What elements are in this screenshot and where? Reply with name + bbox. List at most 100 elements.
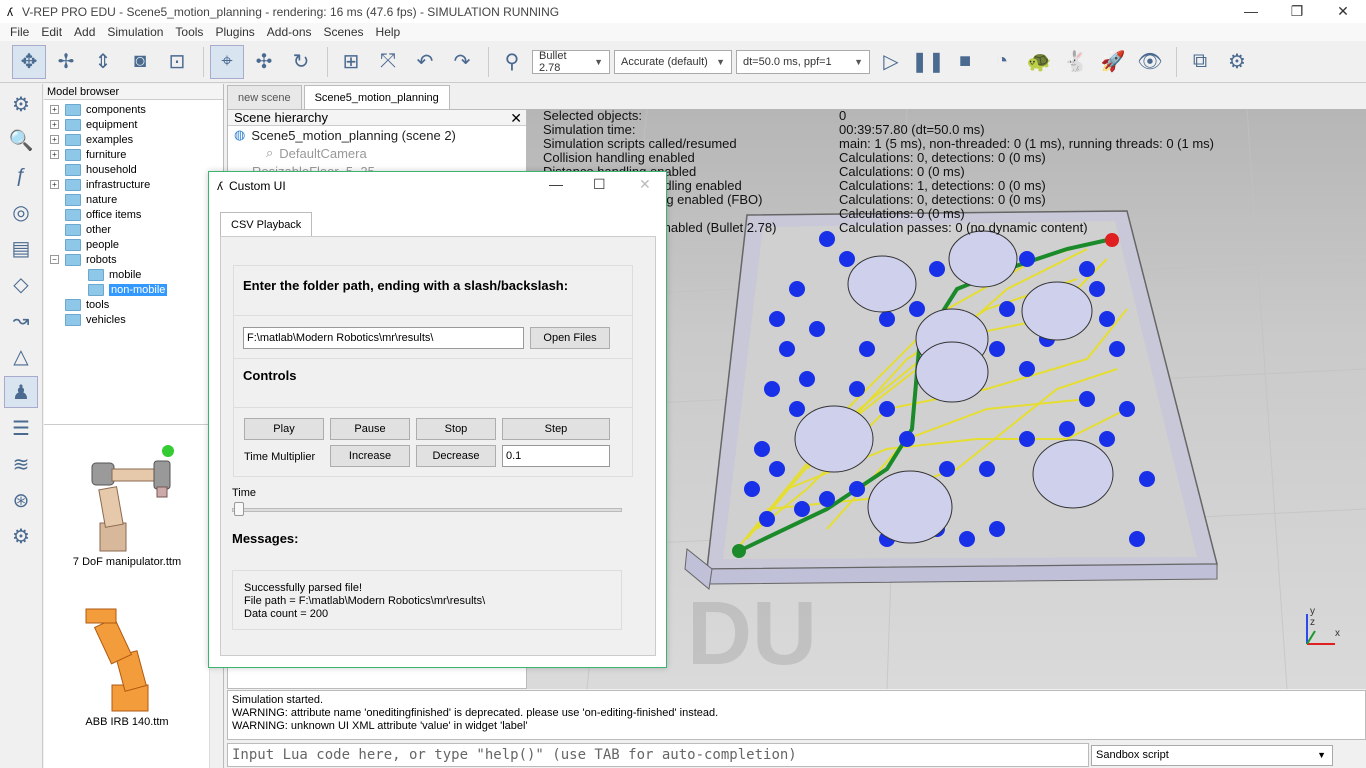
time-slider-track[interactable]	[232, 508, 622, 512]
calculation-modules-icon[interactable]: ƒ	[4, 160, 38, 192]
tree-item[interactable]: + components	[50, 102, 146, 117]
menu-scenes[interactable]: Scenes	[324, 25, 364, 39]
model-thumb-7dof[interactable]: 7 DoF manipulator.ttm	[52, 433, 202, 568]
open-files-button[interactable]: Open Files	[530, 327, 610, 349]
close-button[interactable]: ✕	[639, 176, 651, 193]
path-edit-icon[interactable]: ↝	[4, 304, 38, 336]
user-settings-icon[interactable]: ⚙	[4, 520, 38, 552]
tab-new-scene[interactable]: new scene	[227, 85, 302, 109]
camera-angle-icon[interactable]: ◙	[123, 45, 157, 79]
lua-command-input[interactable]: Input Lua code here, or type "help()" (u…	[227, 743, 1089, 767]
tree-item[interactable]: vehicles	[65, 312, 126, 327]
tree-item[interactable]: + infrastructure	[50, 177, 150, 192]
menu-simulation[interactable]: Simulation	[107, 25, 163, 39]
object-properties-icon[interactable]: 🔍	[4, 124, 38, 156]
title-bar: ʎ V-REP PRO EDU - Scene5_motion_planning…	[0, 0, 1366, 23]
scripts-icon[interactable]: ▤	[4, 232, 38, 264]
tab-scene5[interactable]: Scene5_motion_planning	[303, 85, 450, 109]
tree-item[interactable]: household	[65, 162, 137, 177]
stop-icon[interactable]: ■	[948, 45, 982, 79]
layers-icon[interactable]: ≋	[4, 448, 38, 480]
pause-icon[interactable]: ❚❚	[911, 45, 945, 79]
model-browser: Model browser + components + equipment + ex…	[44, 84, 224, 768]
scene-selector-icon[interactable]: ⚙	[1220, 45, 1254, 79]
message-line: Successfully parsed file!	[244, 582, 362, 594]
maximize-button[interactable]: ❐	[1274, 0, 1320, 23]
folder-icon	[65, 238, 81, 251]
pause-button[interactable]: Pause	[330, 418, 410, 440]
tree-item[interactable]: office items	[65, 207, 141, 222]
video-recorder-icon[interactable]: ⊛	[4, 484, 38, 516]
object-rotate-icon[interactable]: ↻	[284, 45, 318, 79]
tree-item[interactable]: − robots	[50, 252, 117, 267]
menu-bar: File Edit Add Simulation Tools Plugins A…	[0, 23, 1366, 41]
click-selection-icon[interactable]: ⌖	[210, 44, 244, 79]
tree-item[interactable]: nature	[65, 192, 117, 207]
object-shift-icon[interactable]: ✣	[247, 45, 281, 79]
time-multiplier-input[interactable]: 0.1	[502, 445, 610, 467]
visualization-icon[interactable]: 👁	[1133, 45, 1167, 79]
dynamics-icon[interactable]: ⚲	[495, 45, 529, 79]
tree-item[interactable]: other	[65, 222, 111, 237]
menu-plugins[interactable]: Plugins	[215, 25, 254, 39]
thread-rendering-icon[interactable]: 🚀	[1096, 45, 1130, 79]
menu-tools[interactable]: Tools	[175, 25, 203, 39]
model-browser-icon[interactable]: ♟	[4, 376, 38, 408]
scene-item-camera[interactable]: ⌕ DefaultCamera	[228, 144, 526, 162]
step-button[interactable]: Step	[502, 418, 610, 440]
camera-pan-icon[interactable]: ✥	[12, 44, 46, 79]
menu-addons[interactable]: Add-ons	[267, 25, 312, 39]
menu-file[interactable]: File	[10, 25, 29, 39]
sandbox-script-select[interactable]: Sandbox script ▼	[1091, 745, 1333, 766]
tree-item[interactable]: + examples	[50, 132, 133, 147]
assemble-icon[interactable]: ⊞	[334, 45, 368, 79]
simulation-settings-icon[interactable]: ⚙	[4, 88, 38, 120]
toolbar-separator	[1176, 46, 1177, 77]
realtime-icon[interactable]: ◔	[985, 45, 1019, 79]
scene-root-item[interactable]: ◍ Scene5_motion_planning (scene 2)	[228, 126, 526, 144]
tree-item-selected[interactable]: non-mobile	[88, 282, 168, 297]
folder-icon	[65, 193, 81, 206]
accuracy-select[interactable]: Accurate (default) ▼	[614, 49, 732, 74]
slower-icon[interactable]: 🐢	[1022, 45, 1056, 79]
scene-hierarchy-icon[interactable]: ☰	[4, 412, 38, 444]
tree-item[interactable]: tools	[65, 297, 109, 312]
minimize-button[interactable]: —	[1228, 0, 1274, 23]
timestep-select[interactable]: dt=50.0 ms, ppf=1 ▼	[736, 49, 870, 74]
tree-item[interactable]: mobile	[88, 267, 141, 282]
tree-item[interactable]: + furniture	[50, 147, 126, 162]
menu-add[interactable]: Add	[74, 25, 95, 39]
play-button[interactable]: Play	[244, 418, 324, 440]
decrease-button[interactable]: Decrease	[416, 445, 496, 467]
page-selector-icon[interactable]: ⧉	[1183, 45, 1217, 79]
minimize-button[interactable]: —	[549, 176, 563, 192]
tree-item[interactable]: + equipment	[50, 117, 137, 132]
chevron-down-icon: ▼	[1317, 750, 1326, 760]
undo-icon[interactable]: ↶	[408, 45, 442, 79]
tab-csv-playback[interactable]: CSV Playback	[220, 212, 313, 237]
svg-text:x: x	[1335, 628, 1340, 639]
model-thumb-abb[interactable]: ABB IRB 140.ttm	[52, 593, 202, 728]
folder-icon	[65, 208, 81, 221]
maximize-button[interactable]: ☐	[593, 176, 606, 193]
redo-icon[interactable]: ↷	[445, 45, 479, 79]
camera-shift-icon[interactable]: ⇕	[86, 45, 120, 79]
play-icon[interactable]: ▷	[874, 45, 908, 79]
time-slider-handle[interactable]	[234, 502, 244, 516]
stop-button[interactable]: Stop	[416, 418, 496, 440]
increase-button[interactable]: Increase	[330, 445, 410, 467]
menu-help[interactable]: Help	[376, 25, 401, 39]
close-icon[interactable]: ✕	[510, 110, 522, 126]
transfer-dna-icon[interactable]: ⤧	[371, 45, 405, 79]
collections-icon[interactable]: ◎	[4, 196, 38, 228]
engine-select[interactable]: Bullet 2.78 ▼	[532, 49, 610, 74]
tree-item[interactable]: people	[65, 237, 119, 252]
selection-icon[interactable]: △	[4, 340, 38, 372]
folder-path-input[interactable]: F:\matlab\Modern Robotics\mr\results\	[243, 327, 524, 349]
faster-icon[interactable]: 🐇	[1059, 45, 1093, 79]
fit-to-view-icon[interactable]: ⊡	[160, 45, 194, 79]
shape-edit-icon[interactable]: ◇	[4, 268, 38, 300]
close-button[interactable]: ✕	[1320, 0, 1366, 23]
menu-edit[interactable]: Edit	[41, 25, 62, 39]
camera-rotate-icon[interactable]: ✢	[49, 45, 83, 79]
